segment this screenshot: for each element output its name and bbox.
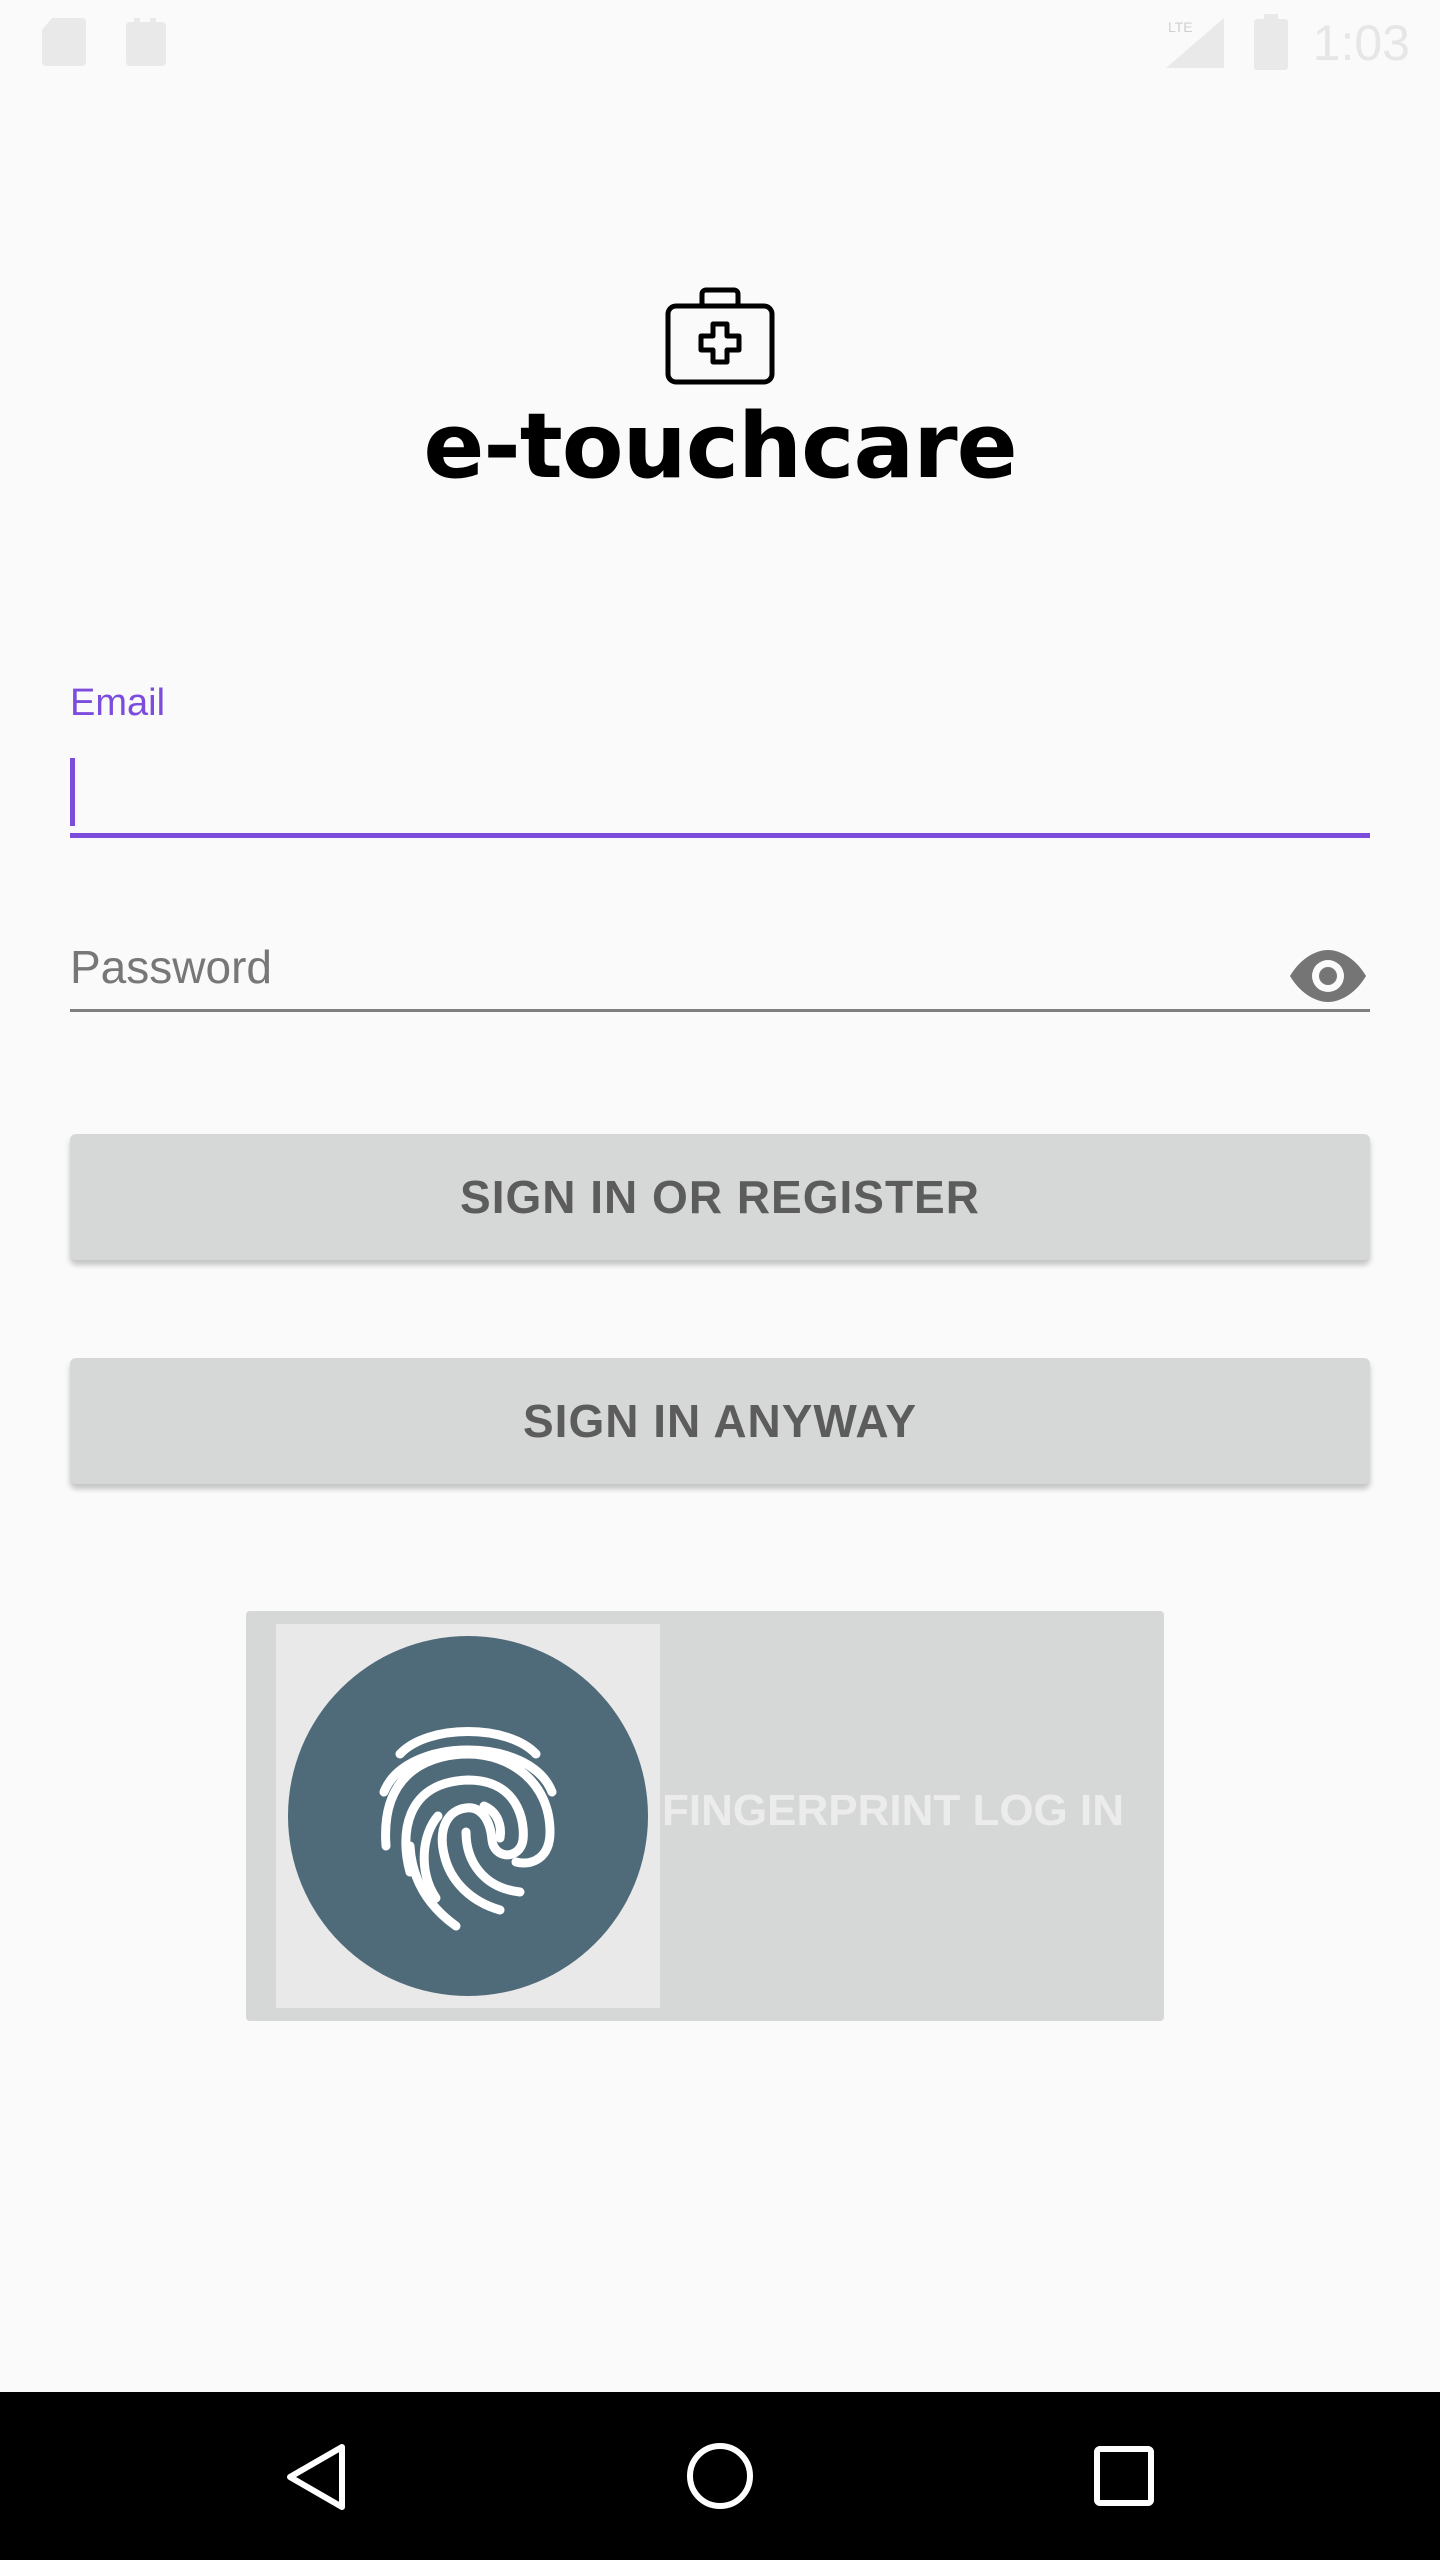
fingerprint-icon [288, 1636, 648, 1996]
text-cursor [70, 758, 75, 826]
lte-signal-icon: LTE [1166, 18, 1224, 68]
back-icon[interactable] [284, 2442, 348, 2512]
home-icon[interactable] [686, 2442, 754, 2510]
email-field[interactable] [70, 752, 1370, 838]
password-placeholder: Password [70, 941, 272, 993]
eye-icon[interactable] [1288, 948, 1368, 1004]
recents-icon[interactable] [1094, 2446, 1154, 2506]
medical-briefcase-icon [665, 287, 775, 385]
fingerprint-login-label: FINGERPRINT LOG IN [662, 1786, 1124, 1835]
login-screen: LTE 1:03 e-touchcare Email Password SIGN… [0, 0, 1440, 2560]
navigation-bar [0, 2392, 1440, 2560]
sd-card-icon [42, 18, 86, 66]
sign-in-anyway-button[interactable]: SIGN IN ANYWAY [70, 1358, 1370, 1484]
sd-card-icon [126, 18, 166, 66]
battery-icon [1254, 14, 1288, 70]
status-bar: LTE 1:03 [0, 0, 1440, 84]
email-label: Email [70, 682, 166, 724]
svg-text:LTE: LTE [1168, 19, 1193, 35]
sign-in-or-register-button[interactable]: SIGN IN OR REGISTER [70, 1134, 1370, 1260]
app-title: e-touchcare [423, 394, 1017, 499]
status-time: 1:03 [1312, 15, 1410, 71]
